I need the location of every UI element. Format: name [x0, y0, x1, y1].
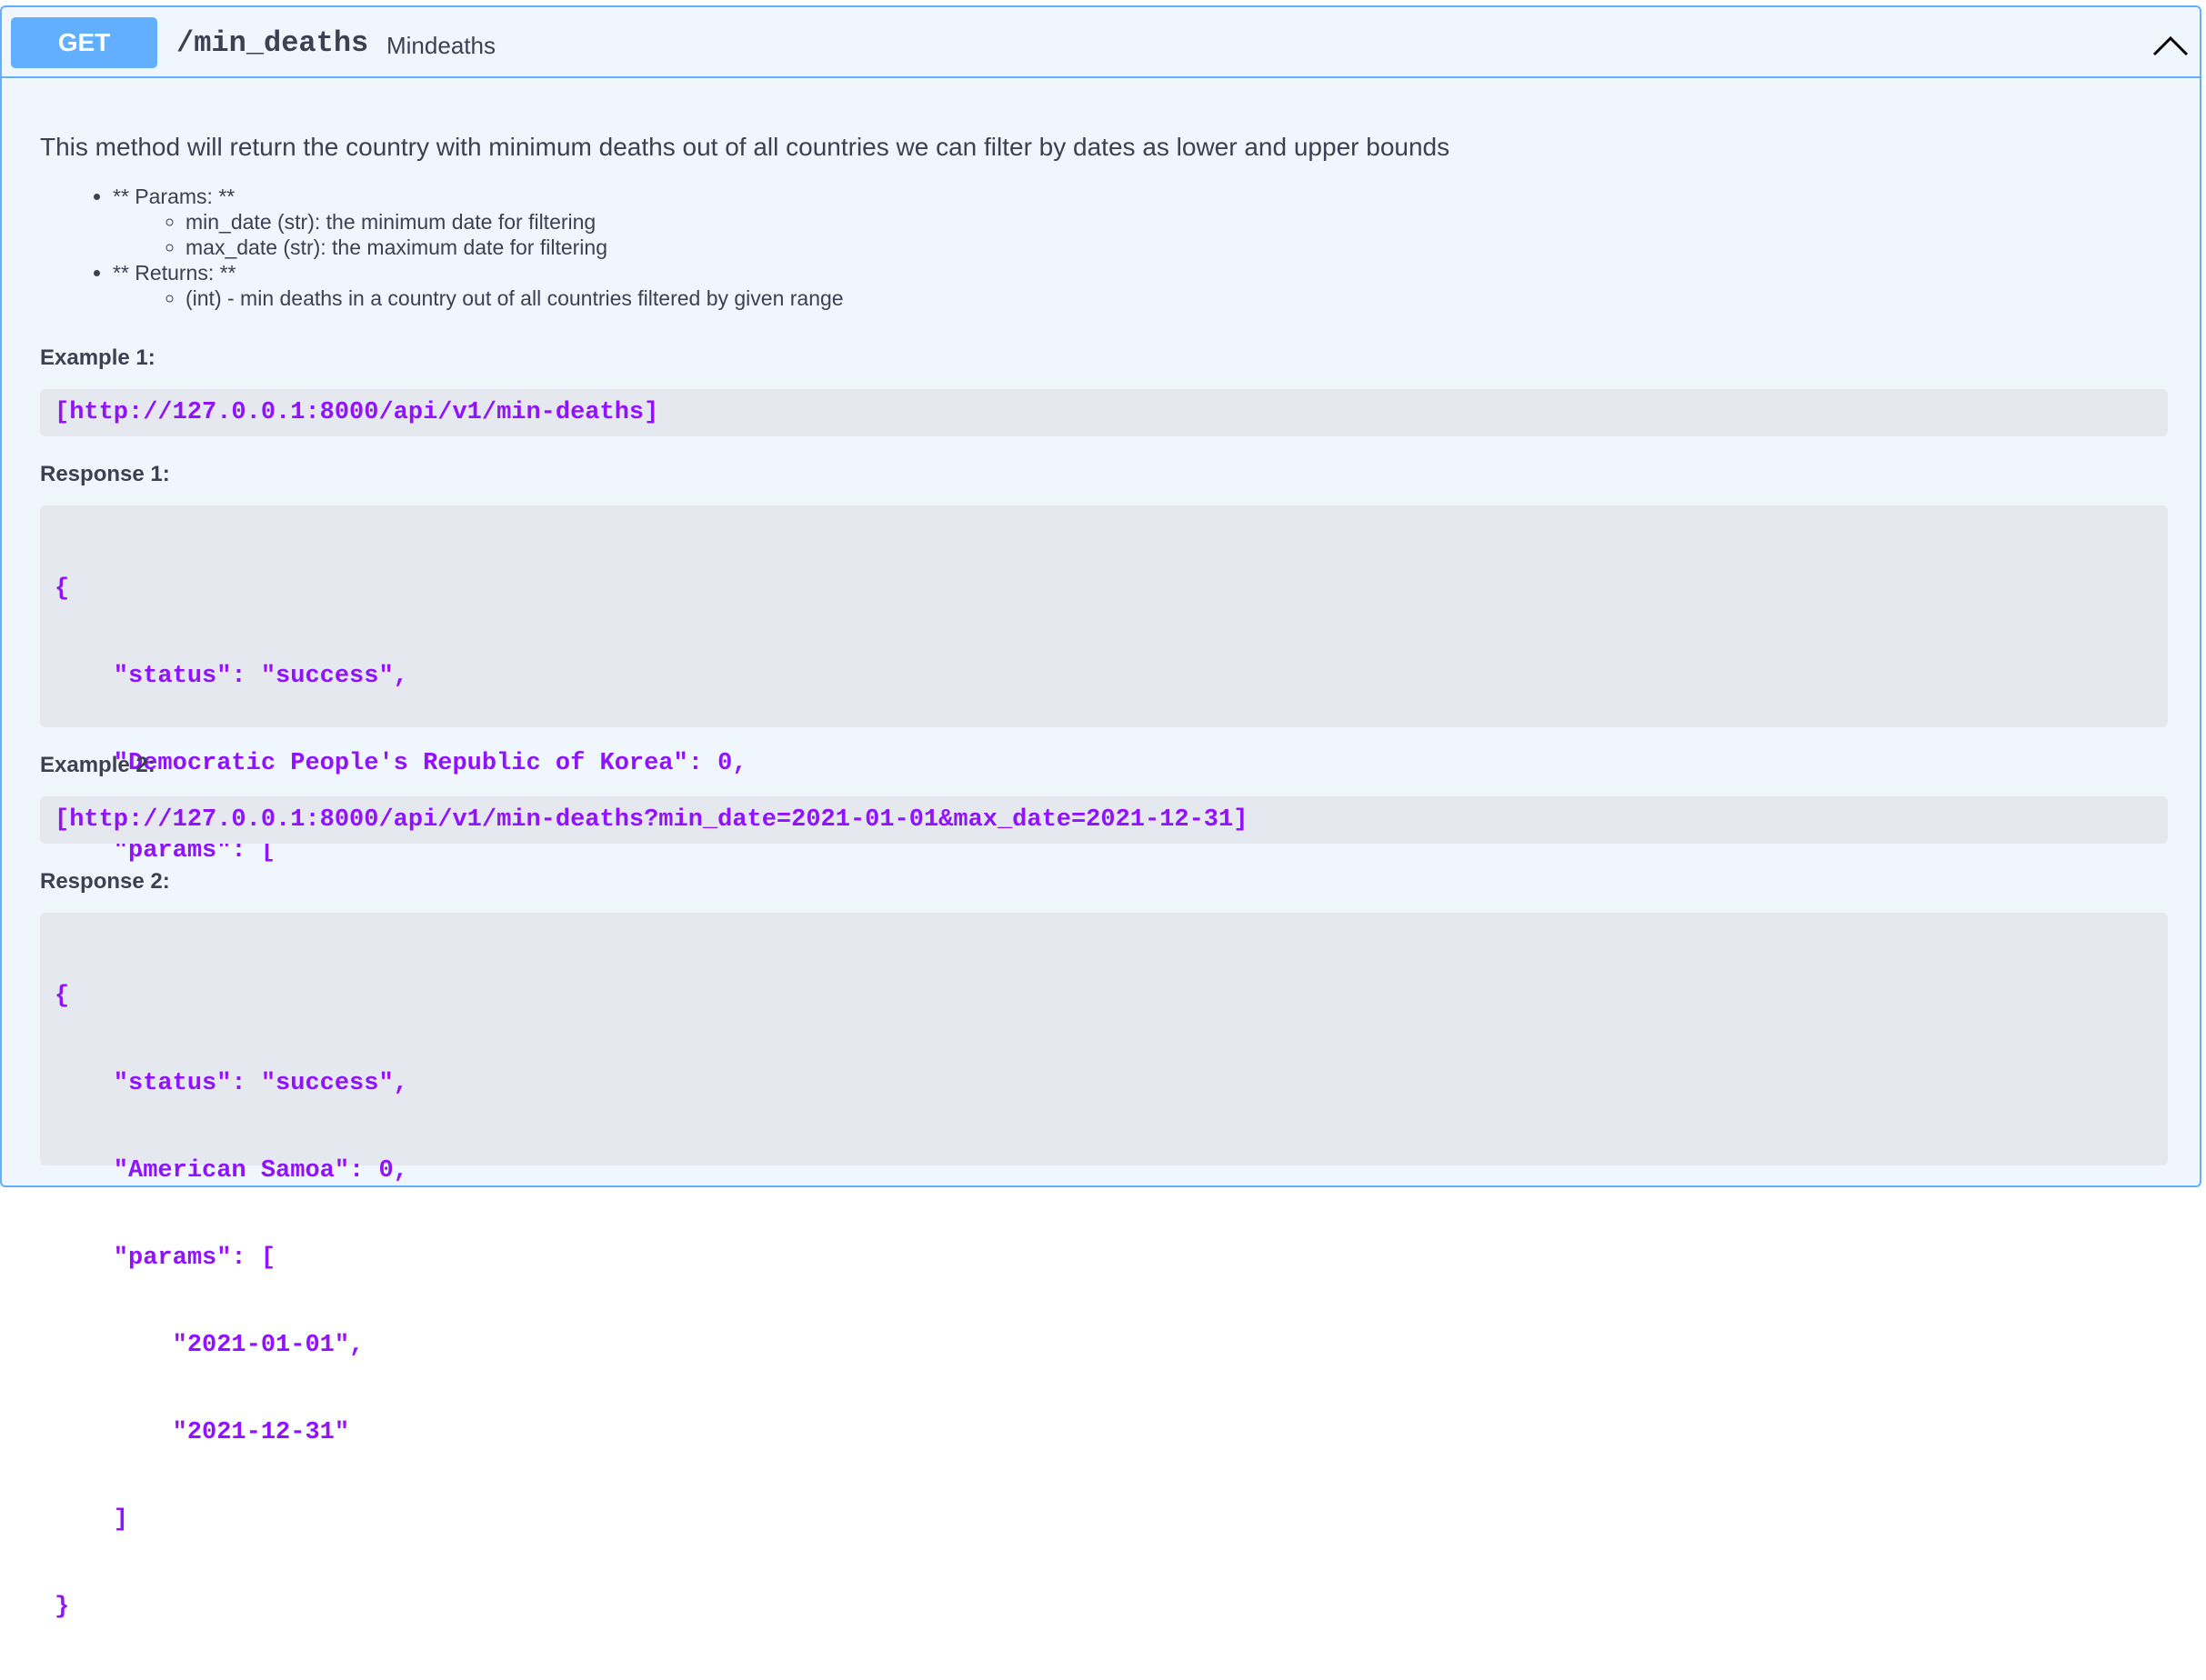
param-item: min_date (str): the minimum date for fil… — [186, 209, 2168, 235]
code-line: "status": "success", — [55, 663, 408, 690]
param-item: max_date (str): the maximum date for fil… — [186, 235, 2168, 260]
returns-label: ** Returns: ** — [113, 261, 236, 285]
params-section: ** Params: ** min_date (str): the minimu… — [113, 184, 2168, 260]
returns-section: ** Returns: ** (int) - min deaths in a c… — [113, 260, 2168, 311]
response-1-code: { "status": "success", "Democratic Peopl… — [40, 505, 2168, 1126]
params-list: min_date (str): the minimum date for fil… — [113, 209, 2168, 260]
operation-summary-text: Mindeaths — [386, 32, 496, 59]
example-2-label: Example 2: — [40, 753, 155, 777]
collapse-button[interactable] — [2151, 27, 2191, 60]
chevron-up-icon — [2152, 35, 2189, 56]
example-1-label: Example 1: — [40, 345, 155, 370]
code-line: "American Samoa": 0, — [55, 1157, 408, 1185]
code-line: "Democratic People's Republic of Korea":… — [55, 750, 747, 777]
code-line: "status": "success", — [55, 1070, 408, 1097]
response-2-code: { "status": "success", "American Samoa":… — [40, 913, 2168, 1621]
return-item: (int) - min deaths in a country out of a… — [186, 285, 2168, 311]
example-2-url: [http://127.0.0.1:8000/api/v1/min-deaths… — [40, 796, 2168, 844]
code-line: "2021-01-01", — [55, 1332, 365, 1359]
code-line: } — [55, 1594, 70, 1621]
operation-description: This method will return the country with… — [40, 133, 2168, 1621]
http-method-badge[interactable]: GET — [11, 17, 157, 68]
code-line: { — [55, 575, 70, 603]
code-line: ] — [55, 1506, 129, 1534]
operation-block-get-min-deaths: GET /min_deaths Mindeaths This method wi… — [0, 5, 2201, 1621]
response-2-label: Response 2: — [40, 869, 170, 894]
code-line: "2021-12-31" — [55, 1419, 350, 1446]
example-1-url: [http://127.0.0.1:8000/api/v1/min-deaths… — [40, 389, 2168, 436]
params-label: ** Params: ** — [113, 185, 236, 208]
operation-summary[interactable]: GET /min_deaths Mindeaths — [2, 7, 2200, 78]
returns-list: (int) - min deaths in a country out of a… — [113, 285, 2168, 311]
code-line: "params": [ — [55, 1245, 276, 1272]
description-list: ** Params: ** min_date (str): the minimu… — [40, 184, 2168, 311]
endpoint-path[interactable]: /min_deaths — [176, 27, 368, 60]
response-1-label: Response 1: — [40, 462, 170, 486]
description-intro: This method will return the country with… — [40, 133, 1450, 161]
code-line: { — [55, 983, 70, 1010]
